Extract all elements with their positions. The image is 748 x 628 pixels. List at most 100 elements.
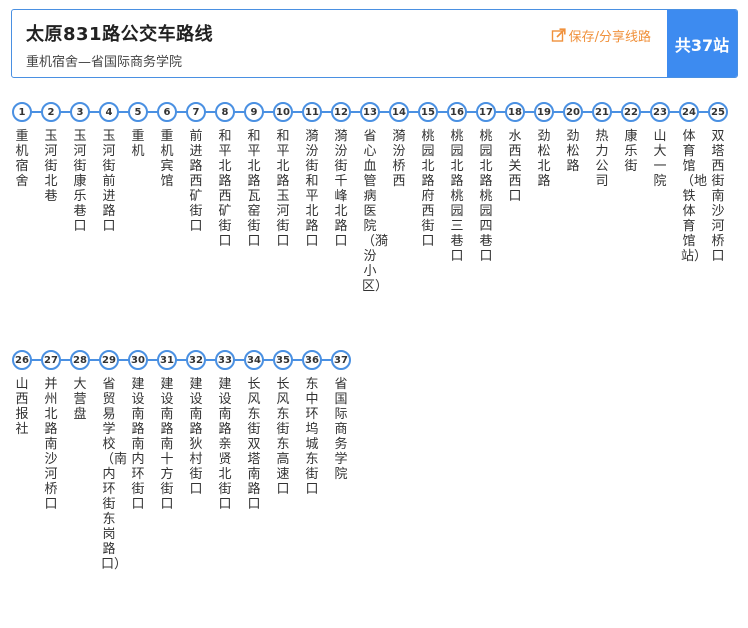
stop-name: 劲松路 <box>566 129 580 174</box>
stop-name: 长风东街双塔南路口 <box>247 377 261 512</box>
stop-item[interactable]: 26 山西报社 <box>12 350 32 437</box>
stop-item[interactable]: 29 省贸易学校（南内环街东岗路口） <box>99 350 127 572</box>
stop-name: 玉河街北巷 <box>44 129 58 204</box>
stop-number: 22 <box>621 102 641 122</box>
stop-item[interactable]: 7 前进路西矿街口 <box>186 102 206 234</box>
stop-name: 重机 <box>131 129 145 159</box>
stop-name: 长风东街东高速口 <box>276 377 290 497</box>
stop-number: 10 <box>273 102 293 122</box>
stop-item[interactable]: 17 桃园北路桃园四巷口 <box>476 102 496 264</box>
stop-number: 5 <box>128 102 148 122</box>
stop-number: 15 <box>418 102 438 122</box>
stop-number: 28 <box>70 350 90 370</box>
stop-item[interactable]: 22 康乐街 <box>621 102 641 174</box>
stop-item[interactable]: 15 桃园北路府西街口 <box>418 102 438 249</box>
stop-name: 玉河街康乐巷口 <box>73 129 87 234</box>
stop-name: 重机宿舍 <box>15 129 29 189</box>
stop-number: 23 <box>650 102 670 122</box>
stop-item[interactable]: 12 漪汾街千峰北路口 <box>331 102 351 249</box>
stop-name: 桃园北路府西街口 <box>421 129 435 249</box>
stop-item[interactable]: 18 水西关西口 <box>505 102 525 204</box>
stop-item[interactable]: 3 玉河街康乐巷口 <box>70 102 90 234</box>
stop-name: 大营盘 <box>73 377 87 422</box>
stop-item[interactable]: 30 建设南路南内环街口 <box>128 350 148 512</box>
stop-number: 36 <box>302 350 322 370</box>
stop-row-1: 1 重机宿舍 2 玉河街北巷 3 玉河街康乐巷口 4 玉河街前进路口 5 重机 6 重机宾馆 7 前进路西… <box>12 102 742 294</box>
stop-number: 8 <box>215 102 235 122</box>
stop-number: 14 <box>389 102 409 122</box>
stop-number: 20 <box>563 102 583 122</box>
stop-name: 建设南路南十方街口 <box>160 377 174 512</box>
stop-item[interactable]: 20 劲松路 <box>563 102 583 174</box>
stop-item[interactable]: 25 双塔西街南沙河桥口 <box>708 102 728 264</box>
stop-name: 漪汾桥西 <box>392 129 406 189</box>
save-share-link[interactable]: 保存/分享线路 <box>551 26 651 45</box>
stop-number: 24 <box>679 102 699 122</box>
stop-item[interactable]: 1 重机宿舍 <box>12 102 32 189</box>
stop-name: 省心血管病医院（漪汾小区） <box>362 129 389 294</box>
stop-item[interactable]: 23 山大一院 <box>650 102 670 189</box>
stop-number: 9 <box>244 102 264 122</box>
stop-number: 13 <box>360 102 380 122</box>
stop-item[interactable]: 35 长风东街东高速口 <box>273 350 293 497</box>
stop-item[interactable]: 6 重机宾馆 <box>157 102 177 189</box>
stop-number: 35 <box>273 350 293 370</box>
stop-number: 6 <box>157 102 177 122</box>
stop-number: 26 <box>12 350 32 370</box>
stop-number: 16 <box>447 102 467 122</box>
stop-number: 2 <box>41 102 61 122</box>
stop-item[interactable]: 8 和平北路西矿街口 <box>215 102 235 249</box>
stop-item[interactable]: 16 桃园北路桃园三巷口 <box>447 102 467 264</box>
stop-number: 27 <box>41 350 61 370</box>
stop-name: 建设南路南内环街口 <box>131 377 145 512</box>
stop-name: 漪汾街千峰北路口 <box>334 129 348 249</box>
stop-item[interactable]: 5 重机 <box>128 102 148 159</box>
stop-name: 双塔西街南沙河桥口 <box>711 129 725 264</box>
stop-name: 漪汾街和平北路口 <box>305 129 319 249</box>
stop-number: 29 <box>99 350 119 370</box>
stop-number: 17 <box>476 102 496 122</box>
stop-item[interactable]: 9 和平北路瓦窑街口 <box>244 102 264 249</box>
stop-name: 桃园北路桃园三巷口 <box>450 129 464 264</box>
stop-number: 30 <box>128 350 148 370</box>
stop-number: 32 <box>186 350 206 370</box>
stop-item[interactable]: 2 玉河街北巷 <box>41 102 61 204</box>
stop-item[interactable]: 32 建设南路狄村街口 <box>186 350 206 497</box>
stop-number: 19 <box>534 102 554 122</box>
share-icon <box>551 28 566 43</box>
stop-name: 和平北路瓦窑街口 <box>247 129 261 249</box>
stop-item[interactable]: 10 和平北路玉河街口 <box>273 102 293 249</box>
stop-name: 建设南路狄村街口 <box>189 377 203 497</box>
stop-number: 21 <box>592 102 612 122</box>
stop-item[interactable]: 31 建设南路南十方街口 <box>157 350 177 512</box>
stop-number: 34 <box>244 350 264 370</box>
stop-item[interactable]: 27 并州北路南沙河桥口 <box>41 350 61 512</box>
stop-item[interactable]: 11 漪汾街和平北路口 <box>302 102 322 249</box>
stop-item[interactable]: 4 玉河街前进路口 <box>99 102 119 234</box>
stop-item[interactable]: 37 省国际商务学院 <box>331 350 351 482</box>
stop-number: 4 <box>99 102 119 122</box>
stop-item[interactable]: 19 劲松北路 <box>534 102 554 189</box>
stop-item[interactable]: 13 省心血管病医院（漪汾小区） <box>360 102 388 294</box>
stop-count-badge: 共37站 <box>667 10 737 77</box>
stop-item[interactable]: 14 漪汾桥西 <box>389 102 409 189</box>
stop-item[interactable]: 36 东中环坞城东街口 <box>302 350 322 497</box>
stop-number: 33 <box>215 350 235 370</box>
stop-item[interactable]: 28 大营盘 <box>70 350 90 422</box>
stop-name: 体育馆（地铁体育馆站） <box>681 129 708 264</box>
stop-name: 和平北路玉河街口 <box>276 129 290 249</box>
stop-name: 省国际商务学院 <box>334 377 348 482</box>
stop-item[interactable]: 33 建设南路亲贤北街口 <box>215 350 235 512</box>
route-subtitle: 重机宿舍—省国际商务学院 <box>26 55 183 70</box>
stop-number: 11 <box>302 102 322 122</box>
stop-item[interactable]: 21 热力公司 <box>592 102 612 189</box>
stop-number: 12 <box>331 102 351 122</box>
stop-item[interactable]: 24 体育馆（地铁体育馆站） <box>679 102 707 264</box>
stop-item[interactable]: 34 长风东街双塔南路口 <box>244 350 264 512</box>
stop-name: 玉河街前进路口 <box>102 129 116 234</box>
stop-number: 7 <box>186 102 206 122</box>
stop-number: 1 <box>12 102 32 122</box>
stop-name: 和平北路西矿街口 <box>218 129 232 249</box>
stop-name: 山西报社 <box>15 377 29 437</box>
stop-name: 重机宾馆 <box>160 129 174 189</box>
